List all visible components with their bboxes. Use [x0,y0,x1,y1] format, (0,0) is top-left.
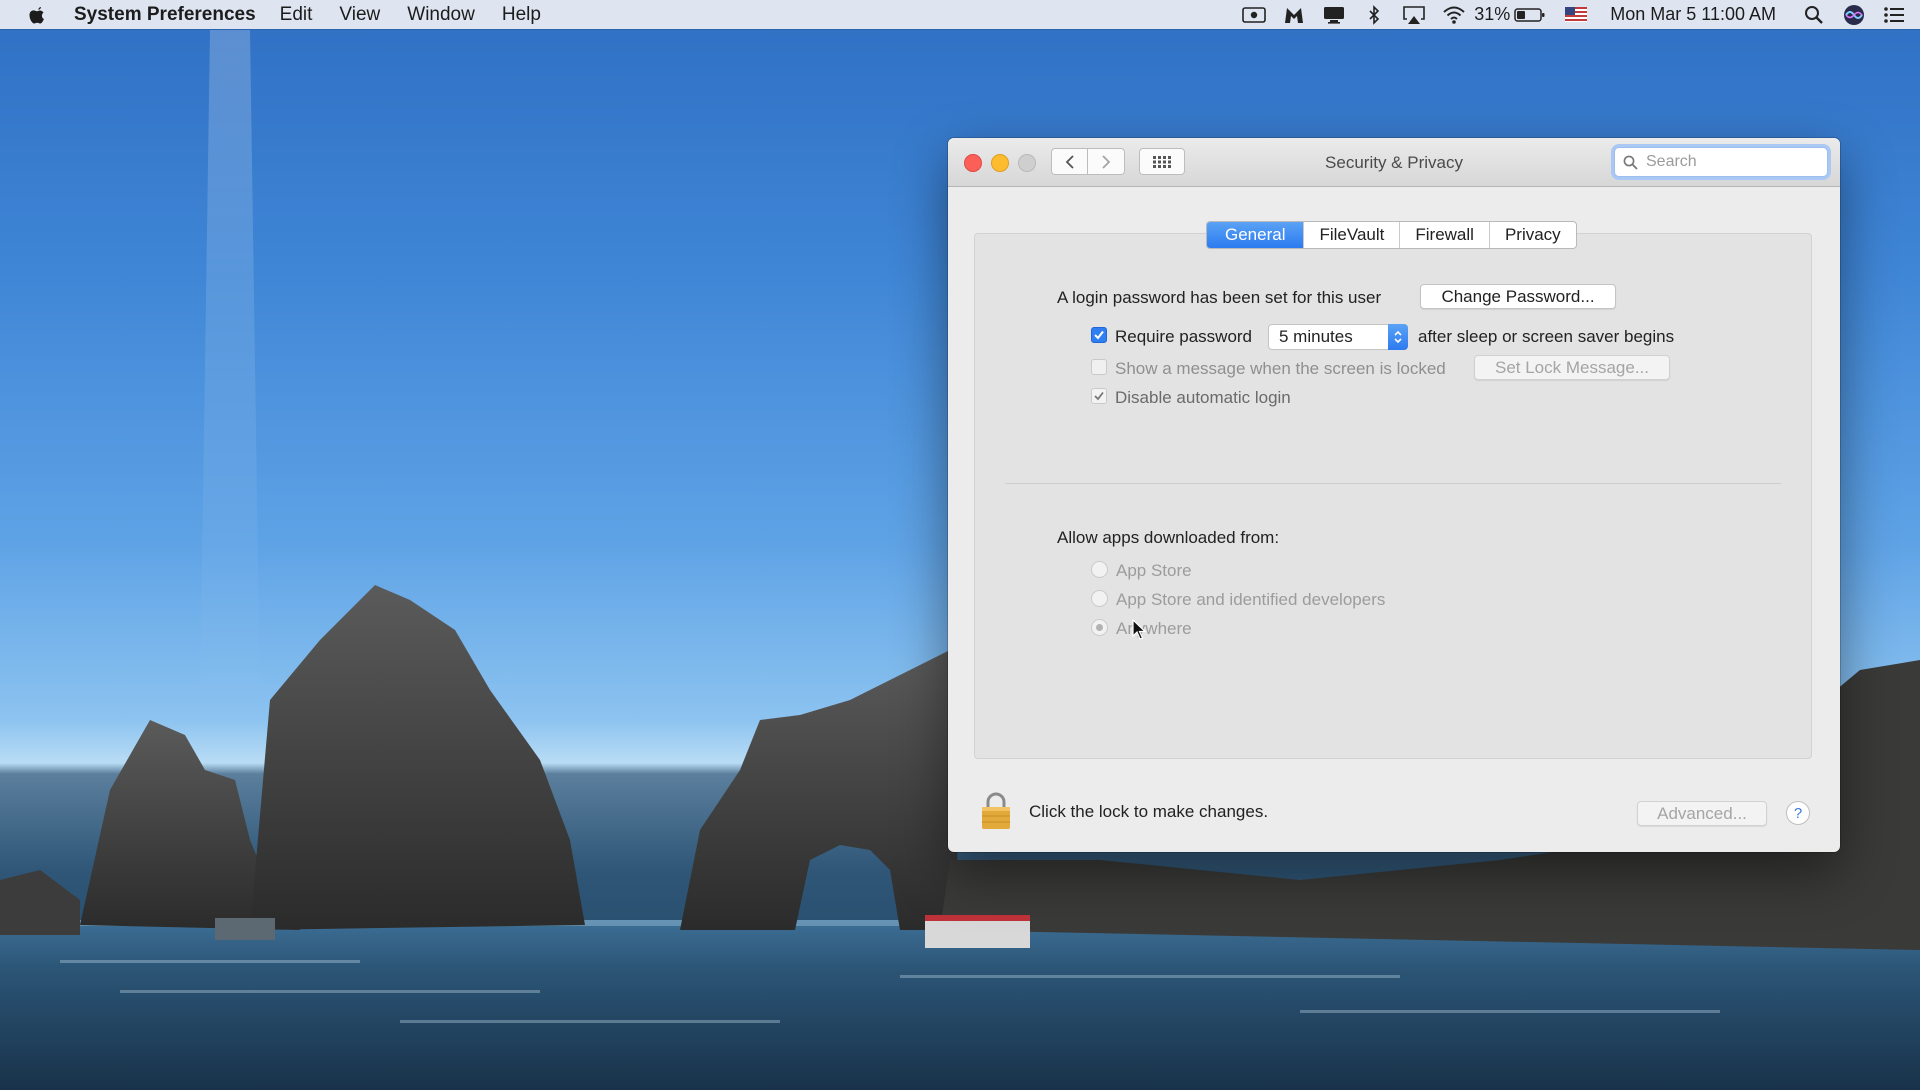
require-password-delay-value: 5 minutes [1279,327,1353,346]
menu-bar: System Preferences Edit View Window Help… [0,0,1920,29]
search-field[interactable] [1614,147,1828,177]
mouse-cursor-icon [1132,619,1146,640]
radio-anywhere[interactable] [1091,619,1108,636]
stepper-arrows-icon [1388,324,1408,350]
show-message-label: Show a message when the screen is locked [1115,359,1446,378]
advanced-button[interactable]: Advanced... [1637,801,1767,826]
require-password-checkbox[interactable] [1091,327,1107,343]
lock-message-text: Click the lock to make changes. [1029,802,1269,821]
menu-window[interactable]: Window [407,4,475,26]
display-icon[interactable] [1322,5,1346,25]
menu-help[interactable]: Help [502,4,541,26]
change-password-button[interactable]: Change Password... [1420,284,1616,309]
tab-bar: General FileVault Firewall Privacy [1206,221,1577,249]
require-password-delay-select[interactable]: 5 minutes [1268,324,1408,350]
apple-menu-icon[interactable] [26,4,48,26]
radio-anywhere-label: Anywhere [1116,619,1192,638]
security-privacy-window: Security & Privacy General FileVault Fir… [948,138,1840,852]
help-button[interactable]: ? [1786,801,1810,825]
lock-icon[interactable] [980,792,1012,830]
menu-view[interactable]: View [339,4,380,26]
disable-auto-login-label: Disable automatic login [1115,388,1291,407]
menu-edit[interactable]: Edit [280,4,313,26]
battery-percent[interactable]: 31% [1474,4,1510,25]
radio-app-store-label: App Store [1116,561,1192,580]
wifi-icon[interactable] [1442,5,1466,25]
search-icon [1623,155,1638,170]
checkmark-icon [1094,330,1104,340]
menu-app-name[interactable]: System Preferences [74,4,256,26]
notification-center-icon[interactable] [1882,5,1906,25]
siri-icon[interactable] [1842,4,1866,25]
menubar-clock[interactable]: Mon Mar 5 11:00 AM [1610,4,1776,25]
spotlight-icon[interactable] [1802,5,1826,25]
radio-identified-developers[interactable] [1091,590,1108,607]
window-titlebar[interactable]: Security & Privacy [948,138,1840,187]
allow-apps-heading: Allow apps downloaded from: [1057,528,1280,547]
general-panel [974,233,1812,759]
radio-app-store[interactable] [1091,561,1108,578]
airplay-icon[interactable] [1402,5,1426,25]
login-password-text: A login password has been set for this u… [1057,288,1382,307]
tab-firewall[interactable]: Firewall [1399,222,1489,248]
bluetooth-icon[interactable] [1362,4,1386,25]
radio-identified-developers-label: App Store and identified developers [1116,590,1386,609]
tab-filevault[interactable]: FileVault [1303,222,1399,248]
require-password-label: Require password [1115,327,1253,346]
tab-general[interactable]: General [1207,222,1304,248]
us-flag-icon[interactable] [1564,5,1588,25]
search-input[interactable] [1644,152,1808,172]
show-message-checkbox[interactable] [1091,359,1107,375]
screen-record-icon[interactable] [1242,5,1267,25]
set-lock-message-button[interactable]: Set Lock Message... [1474,355,1670,380]
disable-auto-login-checkbox[interactable] [1091,388,1107,404]
malwarebytes-icon[interactable] [1282,5,1306,25]
radio-selected-dot [1096,624,1103,631]
section-divider [1005,483,1781,484]
after-sleep-text: after sleep or screen saver begins [1418,327,1675,346]
tab-privacy[interactable]: Privacy [1488,222,1576,248]
battery-icon[interactable] [1514,5,1546,25]
checkmark-icon [1094,391,1104,401]
